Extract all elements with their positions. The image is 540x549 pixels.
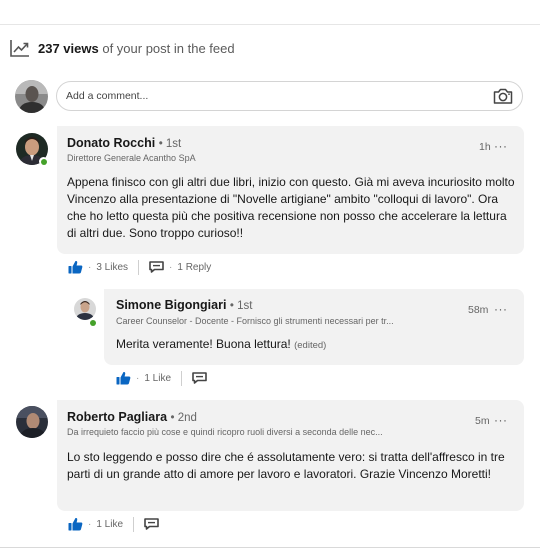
likes-count[interactable]: 1 Like bbox=[144, 373, 171, 384]
commenter-name-line[interactable]: Roberto Pagliara • 2nd bbox=[67, 410, 197, 424]
comment-text: Lo sto leggendo e posso dire che é assol… bbox=[67, 450, 505, 481]
comment-timestamp: 5m bbox=[475, 415, 490, 427]
connection-degree: • 1st bbox=[158, 138, 182, 150]
more-options-icon[interactable]: ··· bbox=[494, 413, 508, 427]
like-icon[interactable] bbox=[68, 517, 83, 531]
add-comment-input[interactable]: Add a comment... bbox=[56, 81, 523, 111]
commenter-avatar[interactable] bbox=[16, 406, 48, 438]
action-divider bbox=[138, 259, 140, 275]
reply-author-headline: Career Counselor - Docente - Fornisco gl… bbox=[116, 316, 394, 326]
reply-author-avatar[interactable] bbox=[74, 298, 96, 320]
reply-author-name[interactable]: Simone Bigongiari bbox=[116, 298, 226, 312]
post-views-row[interactable]: 237 views of your post in the feed bbox=[10, 38, 235, 58]
comment-actions: · 1 Like bbox=[68, 516, 159, 532]
like-icon[interactable] bbox=[116, 371, 131, 385]
connection-degree: • 1st bbox=[229, 300, 253, 312]
like-icon[interactable] bbox=[68, 260, 83, 274]
post-views-text: 237 views of your post in the feed bbox=[38, 40, 235, 56]
likes-count[interactable]: 3 Likes bbox=[96, 262, 128, 273]
edited-label: (edited) bbox=[294, 340, 327, 351]
connection-degree: • 2nd bbox=[170, 412, 197, 424]
commenter-headline: Da irrequieto faccio più cose e quindi r… bbox=[67, 427, 383, 437]
trending-up-icon bbox=[10, 40, 29, 57]
commenter-name[interactable]: Roberto Pagliara bbox=[67, 410, 167, 424]
online-status-indicator bbox=[88, 318, 97, 327]
add-comment-placeholder: Add a comment... bbox=[66, 90, 149, 102]
reply-icon[interactable] bbox=[149, 261, 164, 273]
action-divider bbox=[181, 370, 183, 386]
comment-text: Appena finisco con gli altri due libri, … bbox=[67, 175, 515, 240]
bottom-divider bbox=[0, 547, 540, 548]
reply-author-name-line[interactable]: Simone Bigongiari • 1st bbox=[116, 298, 252, 312]
camera-icon[interactable] bbox=[493, 87, 513, 105]
reply-icon[interactable] bbox=[192, 372, 207, 384]
online-status-indicator bbox=[39, 157, 48, 166]
reply-text: Merita veramente! Buona lettura! (edited… bbox=[116, 337, 327, 351]
action-divider bbox=[133, 516, 135, 532]
commenter-name[interactable]: Donato Rocchi bbox=[67, 136, 155, 150]
current-user-avatar[interactable] bbox=[15, 80, 48, 113]
replies-count[interactable]: 1 Reply bbox=[177, 262, 211, 273]
reply-actions: · 1 Like bbox=[116, 370, 207, 386]
commenter-headline: Direttore Generale Acantho SpA bbox=[67, 153, 196, 163]
likes-count[interactable]: 1 Like bbox=[96, 519, 123, 530]
more-options-icon[interactable]: ··· bbox=[494, 302, 508, 316]
reply-timestamp: 58m bbox=[468, 304, 489, 316]
reply-icon[interactable] bbox=[144, 518, 159, 530]
more-options-icon[interactable]: ··· bbox=[494, 139, 508, 153]
top-divider bbox=[0, 24, 540, 25]
comment-actions: · 3 Likes · 1 Reply bbox=[68, 259, 211, 275]
comment-timestamp: 1h bbox=[479, 141, 491, 153]
commenter-name-line[interactable]: Donato Rocchi • 1st bbox=[67, 136, 181, 150]
